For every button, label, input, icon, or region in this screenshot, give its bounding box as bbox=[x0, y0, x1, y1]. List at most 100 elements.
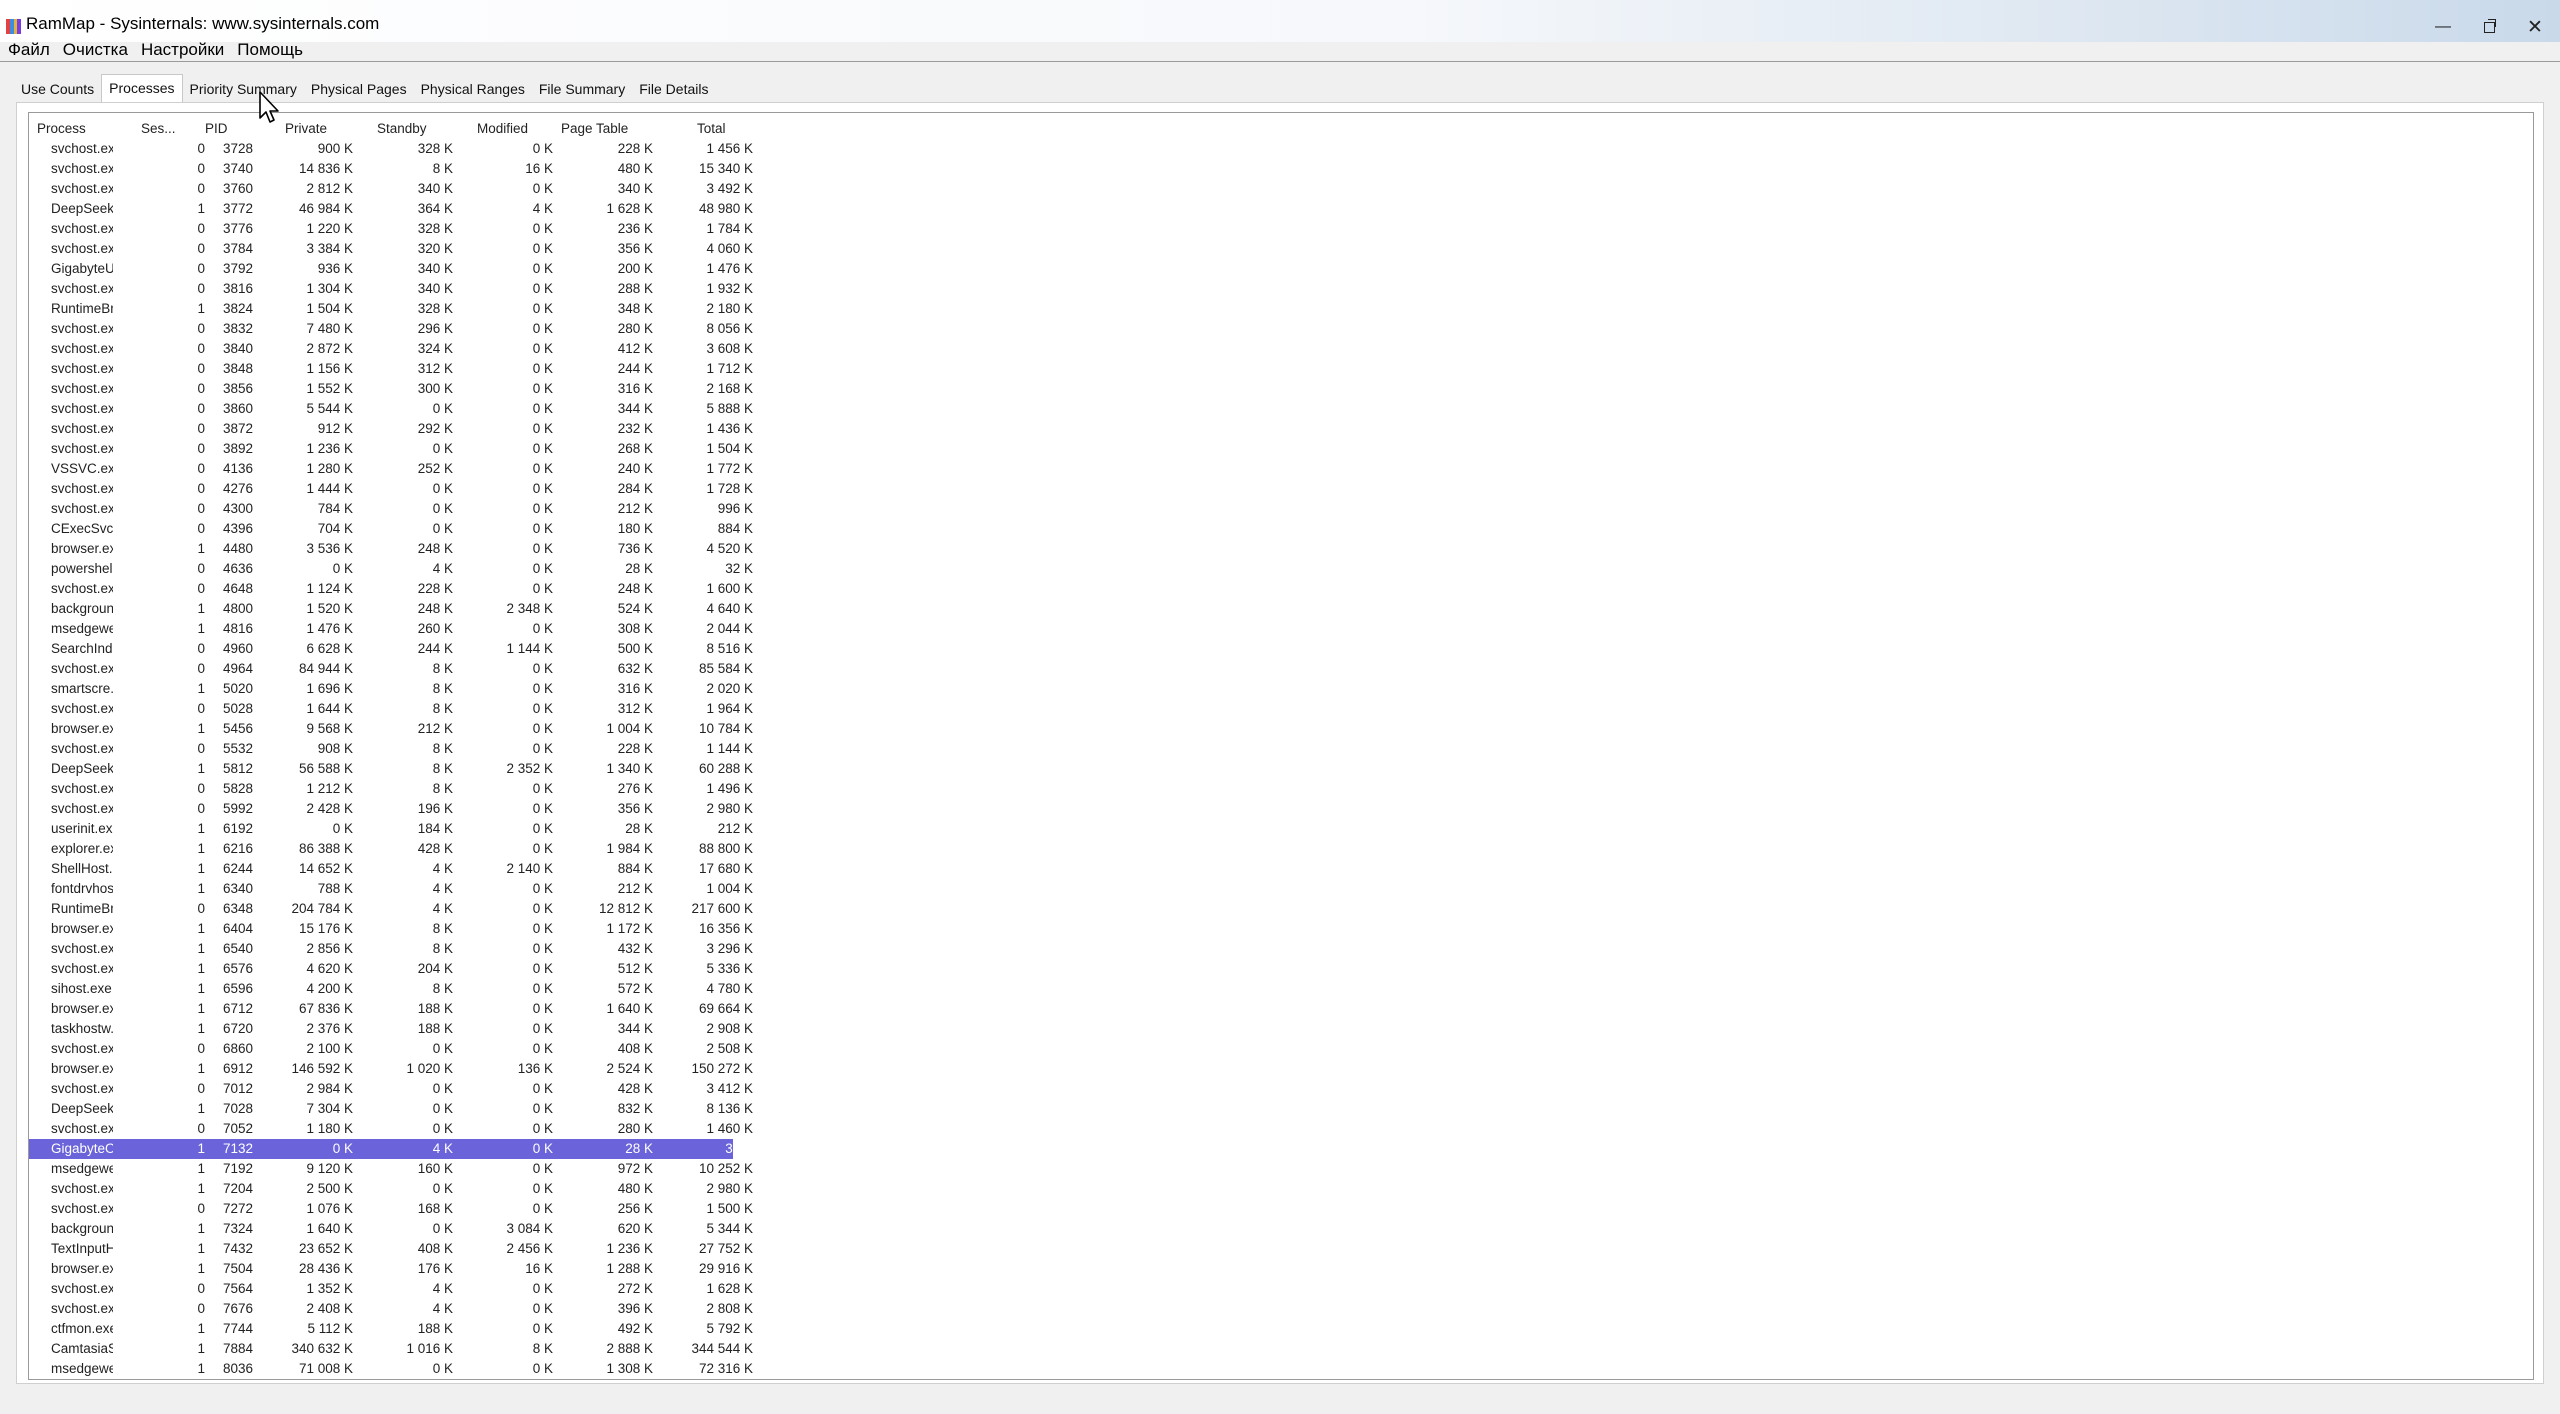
cell-process: browser.exe bbox=[51, 1261, 113, 1276]
table-row[interactable]: TextInputH...1743223 652 K408 K2 456 K1 … bbox=[29, 1239, 753, 1259]
table-row[interactable]: svchost.exe070521 180 K0 K0 K280 K1 460 … bbox=[29, 1119, 753, 1139]
table-row[interactable]: msedgewe...171929 120 K160 K0 K972 K10 2… bbox=[29, 1159, 753, 1179]
cell-standby: 8 K bbox=[432, 761, 453, 776]
processes-list[interactable]: Process Ses... PID Private Standby Modif… bbox=[28, 112, 2534, 1380]
tab-file-summary[interactable]: File Summary bbox=[532, 76, 632, 102]
table-row[interactable]: svchost.exe072721 076 K168 K0 K256 K1 50… bbox=[29, 1199, 753, 1219]
cell-pid: 7192 bbox=[222, 1161, 253, 1176]
table-row[interactable]: svchost.exe058281 212 K8 K0 K276 K1 496 … bbox=[29, 779, 753, 799]
table-row[interactable]: ShellHost....1624414 652 K4 K2 140 K884 … bbox=[29, 859, 753, 879]
table-row[interactable]: browser.exe144803 536 K248 K0 K736 K4 52… bbox=[29, 539, 753, 559]
table-row[interactable]: browser.exe1750428 436 K176 K16 K1 288 K… bbox=[29, 1259, 753, 1279]
table-row[interactable]: GigabyteU...03792936 K340 K0 K200 K1 476… bbox=[29, 259, 753, 279]
table-row[interactable]: ctfmon.exe 1 7744 5 112 K 188 K0 K 492 K5 792… bbox=[29, 1319, 753, 1339]
table-row[interactable]: svchost.exe03728900 K328 K0 K228 K1 456 … bbox=[29, 139, 753, 159]
table-row[interactable]: svchost.exe0496484 944 K8 K0 K632 K85 58… bbox=[29, 659, 753, 679]
table-row[interactable]: DeepSeek....1377246 984 K364 K4 K1 628 K… bbox=[29, 199, 753, 219]
table-row[interactable]: powershell....046360 K4 K0 K28 K32 K bbox=[29, 559, 753, 579]
tab-processes[interactable]: Processes bbox=[101, 74, 183, 103]
table-row[interactable]: userinit.exe161920 K184 K0 K28 K212 K bbox=[29, 819, 753, 839]
menu-settings[interactable]: Настройки bbox=[136, 40, 229, 60]
cell-process: browser.exe bbox=[51, 921, 113, 936]
table-row[interactable]: svchost.exe075641 352 K4 K0 K272 K1 628 … bbox=[29, 1279, 753, 1299]
table-row[interactable]: svchost.exe059922 428 K196 K0 K356 K2 98… bbox=[29, 799, 753, 819]
cell-pid: 4648 bbox=[222, 581, 253, 596]
tab-physical-ranges[interactable]: Physical Ranges bbox=[414, 76, 532, 102]
menu-file[interactable]: Файл bbox=[3, 40, 55, 60]
cell-process: svchost.exe bbox=[51, 381, 113, 396]
table-row[interactable]: svchost.exe0374014 836 K8 K16 K480 K15 3… bbox=[29, 159, 753, 179]
table-row[interactable]: svchost.exe165402 856 K8 K0 K432 K3 296 … bbox=[29, 939, 753, 959]
cell-private: 2 408 K bbox=[306, 1301, 353, 1316]
minimize-icon[interactable]: — bbox=[2420, 12, 2466, 42]
table-row[interactable]: svchost.exe037602 812 K340 K0 K340 K3 49… bbox=[29, 179, 753, 199]
table-row[interactable]: svchost.exe038327 480 K296 K0 K280 K8 05… bbox=[29, 319, 753, 339]
table-row[interactable]: RuntimeBr...138241 504 K328 K0 K348 K2 1… bbox=[29, 299, 753, 319]
cell-pid: 6340 bbox=[222, 881, 253, 896]
cell-pid: 3840 bbox=[222, 341, 253, 356]
table-row[interactable]: msedgewe...1803671 008 K0 K0 K1 308 K72 … bbox=[29, 1359, 753, 1379]
cell-page-table: 272 K bbox=[617, 1281, 653, 1296]
tab-priority-summary[interactable]: Priority Summary bbox=[183, 76, 304, 102]
table-row[interactable]: explorer.exe1621686 388 K428 K0 K1 984 K… bbox=[29, 839, 753, 859]
table-row[interactable]: svchost.exe037761 220 K328 K0 K236 K1 78… bbox=[29, 219, 753, 239]
menu-clear[interactable]: Очистка bbox=[58, 40, 133, 60]
table-row[interactable]: browser.exe1671267 836 K188 K0 K1 640 K6… bbox=[29, 999, 753, 1019]
table-row[interactable]: svchost.exe042761 444 K0 K0 K284 K1 728 … bbox=[29, 479, 753, 499]
table-row[interactable]: svchost.exe046481 124 K228 K0 K248 K1 60… bbox=[29, 579, 753, 599]
table-row[interactable]: RuntimeBr...06348204 784 K4 K0 K12 812 K… bbox=[29, 899, 753, 919]
table-row[interactable]: sihost.exe 1 6596 4 200 K8 K0 K 572 K4 780 K bbox=[29, 979, 753, 999]
cell-private: 1 644 K bbox=[306, 701, 353, 716]
table-row[interactable]: svchost.exe038561 552 K300 K0 K316 K2 16… bbox=[29, 379, 753, 399]
tab-use-counts[interactable]: Use Counts bbox=[14, 76, 101, 102]
table-row[interactable]: backgroun...148001 520 K248 K2 348 K524 … bbox=[29, 599, 753, 619]
table-row[interactable]: smartscre...150201 696 K8 K0 K316 K2 020… bbox=[29, 679, 753, 699]
cell-page-table: 428 K bbox=[617, 1081, 653, 1096]
table-row[interactable]: SearchInd...049606 628 K244 K1 144 K500 … bbox=[29, 639, 753, 659]
table-row[interactable]: browser.exe16912146 592 K1 020 K136 K2 5… bbox=[29, 1059, 753, 1079]
cell-page-table: 1 628 K bbox=[606, 201, 653, 216]
table-row[interactable]: svchost.exe03872912 K292 K0 K232 K1 436 … bbox=[29, 419, 753, 439]
table-row[interactable]: CExecSvc....04396704 K0 K0 K180 K884 K bbox=[29, 519, 753, 539]
table-row[interactable]: svchost.exe070122 984 K0 K0 K428 K3 412 … bbox=[29, 1079, 753, 1099]
table-row[interactable]: DeepSeek....170287 304 K0 K0 K832 K8 136… bbox=[29, 1099, 753, 1119]
table-row[interactable]: backgroun...173241 640 K0 K3 084 K620 K5… bbox=[29, 1219, 753, 1239]
table-row[interactable]: svchost.exe038402 872 K324 K0 K412 K3 60… bbox=[29, 339, 753, 359]
table-row[interactable]: svchost.exe172042 500 K0 K0 K480 K2 980 … bbox=[29, 1179, 753, 1199]
table-row[interactable]: msedgewe...148161 476 K260 K0 K308 K2 04… bbox=[29, 619, 753, 639]
cell-pid: 3784 bbox=[222, 241, 253, 256]
table-row[interactable]: svchost.exe038161 304 K340 K0 K288 K1 93… bbox=[29, 279, 753, 299]
table-row[interactable]: fontdrvhost....16340788 K4 K0 K212 K1 00… bbox=[29, 879, 753, 899]
table-row[interactable]: svchost.exe076762 408 K4 K0 K396 K2 808 … bbox=[29, 1299, 753, 1319]
table-row[interactable]: browser.exe1640415 176 K8 K0 K1 172 K16 … bbox=[29, 919, 753, 939]
tab-physical-pages[interactable]: Physical Pages bbox=[304, 76, 414, 102]
cell-process: svchost.exe bbox=[51, 281, 113, 296]
cell-standby: 8 K bbox=[432, 161, 453, 176]
cell-page-table: 480 K bbox=[617, 161, 653, 176]
cell-modified: 3 084 K bbox=[506, 1221, 553, 1236]
table-row[interactable]: DeepSeek....1581256 588 K8 K2 352 K1 340… bbox=[29, 759, 753, 779]
table-row[interactable]: browser.exe154569 568 K212 K0 K1 004 K10… bbox=[29, 719, 753, 739]
table-row[interactable]: CamtasiaS...17884340 632 K1 016 K8 K2 88… bbox=[29, 1339, 753, 1359]
table-row[interactable]: svchost.exe038605 544 K0 K0 K344 K5 888 … bbox=[29, 399, 753, 419]
table-row[interactable]: svchost.exe050281 644 K8 K0 K312 K1 964 … bbox=[29, 699, 753, 719]
close-icon[interactable]: ✕ bbox=[2512, 12, 2558, 42]
table-row[interactable]: svchost.exe038921 236 K0 K0 K268 K1 504 … bbox=[29, 439, 753, 459]
table-row[interactable]: svchost.exe038481 156 K312 K0 K244 K1 71… bbox=[29, 359, 753, 379]
tab-file-details[interactable]: File Details bbox=[632, 76, 715, 102]
cell-standby: 0 K bbox=[432, 521, 453, 536]
menu-help[interactable]: Помощь bbox=[232, 40, 308, 60]
table-row[interactable]: svchost.exe165764 620 K204 K0 K512 K5 33… bbox=[29, 959, 753, 979]
table-row[interactable]: svchost.exe068602 100 K0 K0 K408 K2 508 … bbox=[29, 1039, 753, 1059]
cell-private: 7 304 K bbox=[306, 1101, 353, 1116]
table-row-selected[interactable]: GigabyteO...171320 K4 K0 K28 K32 K bbox=[29, 1139, 753, 1159]
table-row[interactable]: VSSVC.exe041361 280 K252 K0 K240 K1 772 … bbox=[29, 459, 753, 479]
table-row[interactable]: svchost.exe04300784 K0 K0 K212 K996 K bbox=[29, 499, 753, 519]
table-row[interactable]: svchost.exe05532908 K8 K0 K228 K1 144 K bbox=[29, 739, 753, 759]
cell-total: 1 496 K bbox=[706, 781, 753, 796]
table-row[interactable]: taskhostw....167202 376 K188 K0 K344 K2 … bbox=[29, 1019, 753, 1039]
maximize-icon[interactable] bbox=[2466, 12, 2512, 42]
table-row[interactable]: svchost.exe037843 384 K320 K0 K356 K4 06… bbox=[29, 239, 753, 259]
cell-process: svchost.exe bbox=[51, 161, 113, 176]
cell-standby: 8 K bbox=[432, 701, 453, 716]
